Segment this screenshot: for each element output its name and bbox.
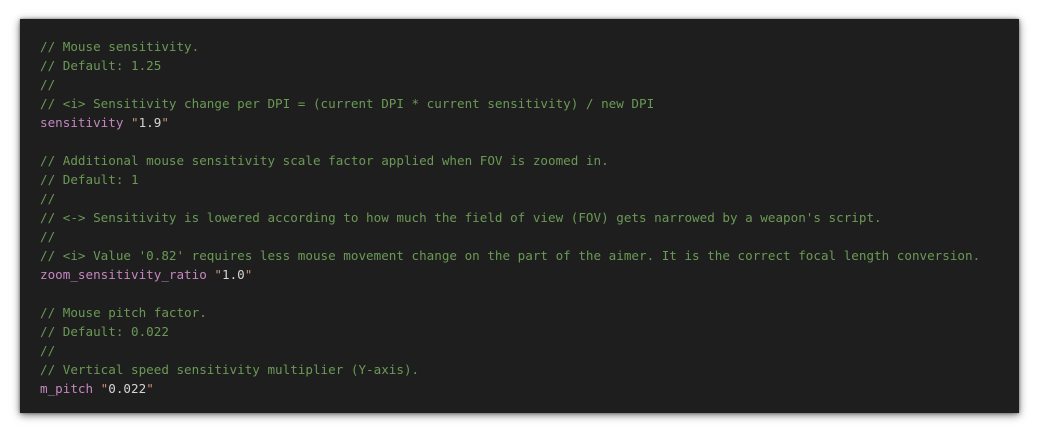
setting-line: sensitivity "1.9" (40, 113, 1019, 132)
comment-text: // <i> Sensitivity change per DPI = (cur… (40, 96, 655, 111)
comment-line: // Default: 0.022 (40, 322, 1019, 341)
comment-text: // Additional mouse sensitivity scale fa… (40, 153, 609, 168)
code-editor-panel: // Mouse sensitivity. // Default: 1.25 // /… (20, 19, 1019, 413)
comment-text: // <i> Value '0.82' requires less mouse … (40, 248, 981, 263)
close-quote: " (244, 267, 253, 282)
comment-line: // Default: 1 (40, 170, 1019, 189)
setting-value: 1.0 (222, 267, 245, 282)
comment-line: // (40, 227, 1019, 246)
comment-text: // Default: 0.022 (40, 324, 169, 339)
comment-text: // (40, 191, 56, 206)
close-quote: " (146, 381, 154, 396)
comment-line: // Mouse pitch factor. (40, 303, 1019, 322)
comment-line: // <-> Sensitivity is lowered according … (40, 208, 1019, 227)
comment-line: // Mouse sensitivity. (40, 37, 1019, 56)
setting-value: 1.9 (138, 115, 162, 130)
open-quote: " (131, 115, 139, 130)
comment-text: // Vertical speed sensitivity multiplier… (40, 362, 420, 377)
comment-text: // Mouse sensitivity. (40, 39, 200, 54)
setting-value: 0.022 (108, 381, 147, 396)
setting-line: m_pitch "0.022" (40, 379, 1019, 398)
comment-line: // (40, 189, 1019, 208)
comment-line: // Additional mouse sensitivity scale fa… (40, 151, 1019, 170)
comment-line: // <i> Value '0.82' requires less mouse … (40, 246, 1019, 265)
comment-text: // (40, 77, 56, 92)
comment-text: // <-> Sensitivity is lowered according … (40, 210, 882, 225)
comment-line: // Vertical speed sensitivity multiplier… (40, 360, 1019, 379)
close-quote: " (161, 115, 169, 130)
comment-line: // Default: 1.25 (40, 56, 1019, 75)
comment-text: // Mouse pitch factor. (40, 305, 207, 320)
open-quote: " (214, 267, 222, 282)
setting-key: sensitivity (40, 115, 124, 130)
comment-text: // Default: 1.25 (40, 58, 162, 73)
setting-key: m_pitch (40, 381, 94, 396)
setting-key: zoom_sensitivity_ratio (40, 267, 207, 282)
setting-line: zoom_sensitivity_ratio "1.0" (40, 265, 1019, 284)
comment-text: // (40, 343, 56, 358)
comment-line: // (40, 75, 1019, 94)
comment-text: // (40, 229, 56, 244)
comment-line: // (40, 341, 1019, 360)
comment-line: // <i> Sensitivity change per DPI = (cur… (40, 94, 1019, 113)
comment-text: // Default: 1 (40, 172, 139, 187)
